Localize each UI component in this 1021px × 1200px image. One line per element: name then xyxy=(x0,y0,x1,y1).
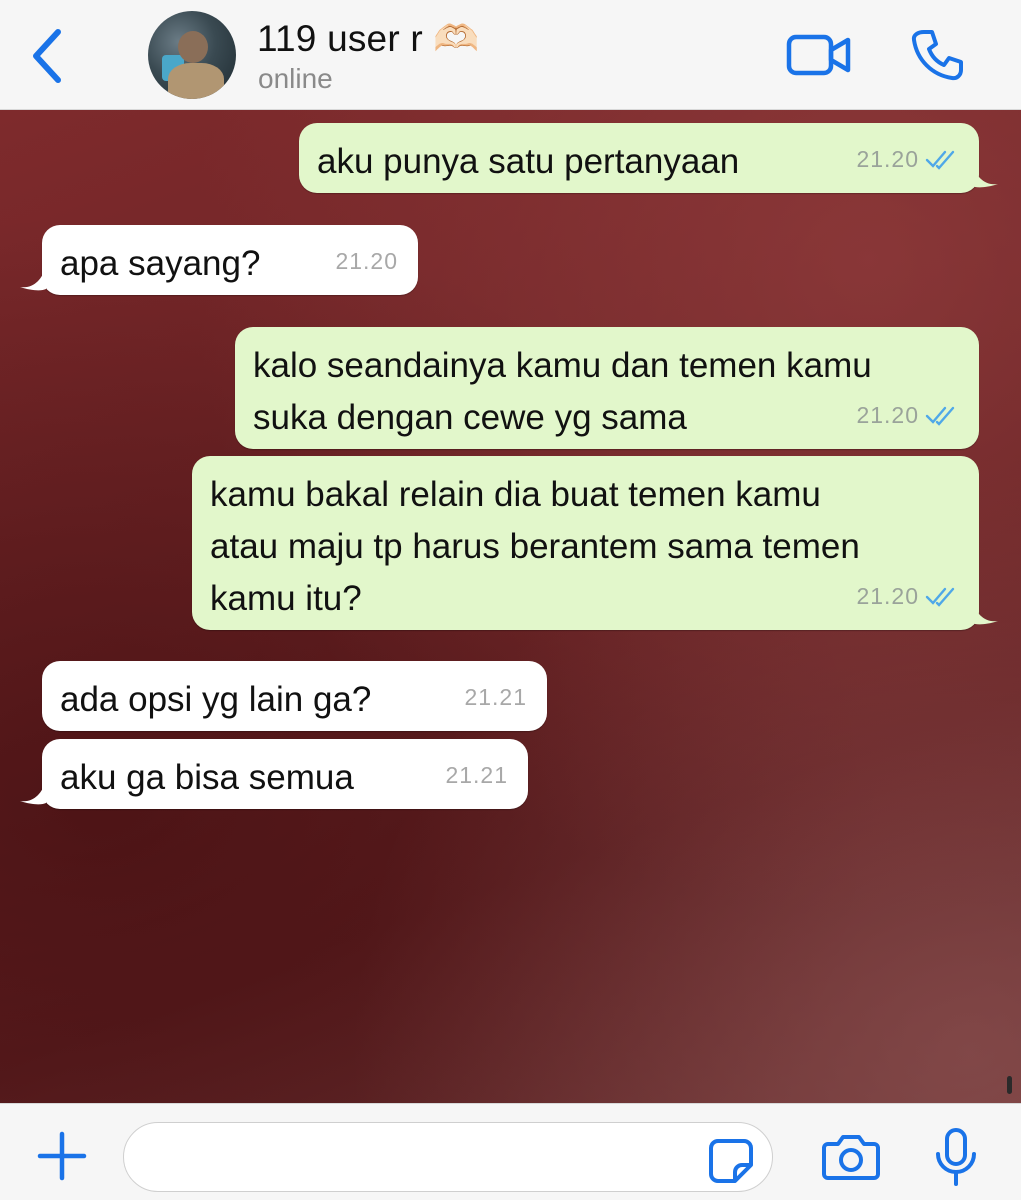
contact-status: online xyxy=(258,63,333,94)
message-text: aku ga bisa semua xyxy=(60,758,354,797)
scroll-indicator[interactable] xyxy=(1007,1076,1012,1094)
sticker-icon xyxy=(709,1139,753,1183)
message-text: kalo seandainya kamu dan temen kamu suka… xyxy=(253,346,872,437)
plus-icon xyxy=(37,1131,87,1181)
contact-name[interactable]: 119 user r 🫶🏻 xyxy=(257,18,480,61)
video-call-button[interactable] xyxy=(786,32,852,78)
avatar[interactable] xyxy=(148,11,236,99)
message-meta: 21.20 xyxy=(856,389,959,441)
incoming-message[interactable]: ada opsi yg lain ga? 21.21 xyxy=(42,661,547,731)
message-time: 21.20 xyxy=(856,146,919,172)
chat-area[interactable]: aku punya satu pertanyaan 21.20 apa saya… xyxy=(0,110,1021,1103)
chevron-left-icon xyxy=(33,29,61,83)
message-meta: 21.21 xyxy=(445,749,508,801)
message-meta: 21.20 xyxy=(335,235,398,287)
attach-button[interactable] xyxy=(36,1130,88,1182)
message-time: 21.21 xyxy=(445,762,508,788)
message-text: ada opsi yg lain ga? xyxy=(60,680,372,719)
outgoing-message[interactable]: kamu bakal relain dia buat temen kamu at… xyxy=(192,456,979,630)
bubble-tail xyxy=(972,601,998,625)
message-time: 21.20 xyxy=(335,248,398,274)
outgoing-message[interactable]: kalo seandainya kamu dan temen kamu suka… xyxy=(235,327,979,449)
incoming-message[interactable]: aku ga bisa semua 21.21 xyxy=(42,739,528,809)
bubble-tail xyxy=(20,781,46,805)
message-time: 21.21 xyxy=(464,684,527,710)
chat-header: 119 user r 🫶🏻 online xyxy=(0,0,1021,110)
back-button[interactable] xyxy=(28,28,68,84)
camera-button[interactable] xyxy=(822,1134,880,1180)
microphone-icon xyxy=(936,1128,976,1186)
double-check-icon xyxy=(925,150,955,170)
message-text: kamu bakal relain dia buat temen kamu at… xyxy=(210,475,860,618)
double-check-icon xyxy=(925,587,955,607)
message-meta: 21.20 xyxy=(856,570,959,622)
microphone-button[interactable] xyxy=(934,1128,978,1188)
message-meta: 21.21 xyxy=(464,671,527,723)
camera-icon xyxy=(822,1135,880,1180)
message-input[interactable] xyxy=(123,1122,773,1192)
double-check-icon xyxy=(925,406,955,426)
voice-call-button[interactable] xyxy=(910,28,964,82)
composer-bar xyxy=(0,1103,1021,1200)
bubble-tail xyxy=(20,267,46,291)
video-camera-icon xyxy=(786,34,851,76)
message-meta: 21.20 xyxy=(856,133,959,185)
outgoing-message[interactable]: aku punya satu pertanyaan 21.20 xyxy=(299,123,979,193)
incoming-message[interactable]: apa sayang? 21.20 xyxy=(42,225,418,295)
bubble-tail xyxy=(972,164,998,188)
phone-icon xyxy=(911,30,963,81)
sticker-button[interactable] xyxy=(708,1138,754,1184)
message-time: 21.20 xyxy=(856,402,919,428)
message-time: 21.20 xyxy=(856,583,919,609)
